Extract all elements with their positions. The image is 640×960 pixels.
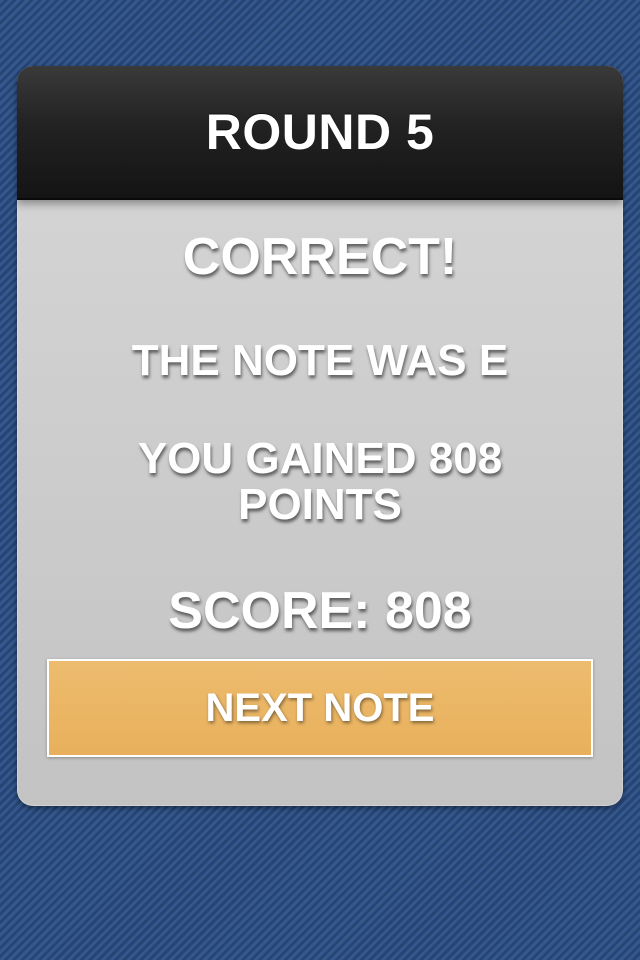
round-title: ROUND 5 <box>205 104 435 160</box>
points-gained-message: YOU GAINED 808 POINTS <box>17 434 623 530</box>
next-note-label: NEXT NOTE <box>205 685 435 730</box>
result-card: ROUND 5 CORRECT! THE NOTE WAS E YOU GAIN… <box>17 66 623 806</box>
result-status: CORRECT! <box>182 228 458 286</box>
points-gained-line1: YOU GAINED 808 <box>137 434 503 483</box>
score-display: SCORE: 808 <box>168 582 472 640</box>
round-header: ROUND 5 <box>17 66 623 200</box>
points-gained-line2: POINTS <box>238 480 402 530</box>
next-note-button[interactable]: NEXT NOTE <box>47 659 593 757</box>
note-message: THE NOTE WAS E <box>131 336 509 385</box>
